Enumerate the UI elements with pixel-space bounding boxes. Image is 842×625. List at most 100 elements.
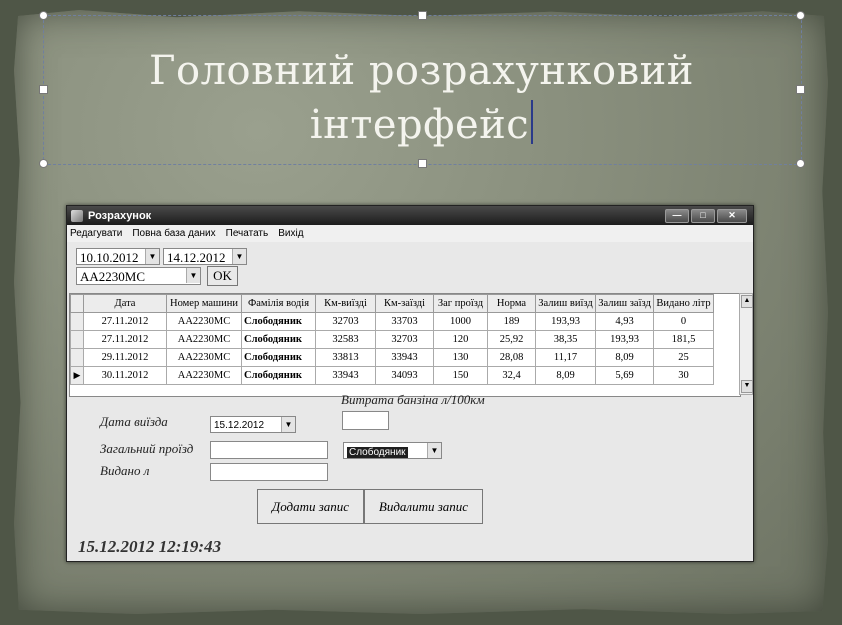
table-cell[interactable]: 5,69 — [595, 366, 654, 385]
window-titlebar[interactable]: Розрахунок — □ ✕ — [67, 206, 753, 225]
row-indicator[interactable] — [70, 348, 84, 367]
date-from-select[interactable]: 10.10.2012 ▼ — [76, 248, 160, 265]
table-cell[interactable]: 193,93 — [595, 330, 654, 349]
menu-print[interactable]: Печатать — [226, 228, 269, 239]
table-cell[interactable]: АА2230МС — [166, 348, 242, 367]
column-header[interactable]: Дата — [83, 294, 167, 313]
ok-button[interactable]: OK — [207, 266, 238, 286]
app-icon — [71, 209, 83, 222]
column-header[interactable]: Заг проїзд — [433, 294, 488, 313]
column-header[interactable]: Видано літр — [653, 294, 714, 313]
table-cell[interactable]: 28,08 — [487, 348, 536, 367]
column-header[interactable]: Км-заїзді — [375, 294, 434, 313]
menu-full-database[interactable]: Повна база даних — [132, 228, 215, 239]
text-caret — [531, 100, 534, 144]
table-cell[interactable]: АА2230МС — [166, 330, 242, 349]
table-cell[interactable]: 181,5 — [653, 330, 714, 349]
chevron-down-icon[interactable]: ▼ — [427, 443, 441, 458]
scroll-up-icon[interactable]: ▲ — [741, 295, 753, 308]
menu-exit[interactable]: Вихід — [278, 228, 303, 239]
table-cell[interactable]: 29.11.2012 — [83, 348, 167, 367]
total-distance-input[interactable] — [210, 441, 328, 459]
scroll-down-icon[interactable]: ▼ — [741, 380, 753, 393]
delete-record-button[interactable]: Видалити запис — [364, 489, 483, 524]
table-row[interactable]: 27.11.2012 АА2230МС Слободяник 32583 327… — [70, 330, 714, 349]
table-cell[interactable]: 120 — [433, 330, 488, 349]
chevron-down-icon[interactable]: ▼ — [281, 417, 295, 432]
resize-handle-tr[interactable] — [796, 11, 805, 20]
row-indicator-header — [70, 294, 84, 313]
column-header[interactable]: Норма — [487, 294, 536, 313]
table-cell[interactable]: 38,35 — [535, 330, 596, 349]
table-cell[interactable]: 25 — [653, 348, 714, 367]
chevron-down-icon[interactable]: ▼ — [232, 249, 246, 264]
column-header[interactable]: Фамілія водія — [241, 294, 316, 313]
current-row-indicator-icon[interactable]: ▶ — [70, 366, 84, 385]
driver-value: Слободяник — [347, 447, 408, 458]
table-cell[interactable]: 8,09 — [595, 348, 654, 367]
column-header[interactable]: Залиш заїзд — [595, 294, 654, 313]
date-from-value: 10.10.2012 — [80, 250, 139, 265]
resize-handle-tc[interactable] — [418, 11, 427, 20]
table-cell[interactable]: 193,93 — [535, 312, 596, 331]
table-cell[interactable]: 34093 — [375, 366, 434, 385]
date-to-select[interactable]: 14.12.2012 ▼ — [163, 248, 247, 265]
chevron-down-icon[interactable]: ▼ — [145, 249, 159, 264]
add-record-button[interactable]: Додати запис — [257, 489, 364, 524]
table-cell[interactable]: 32,4 — [487, 366, 536, 385]
table-cell[interactable]: АА2230МС — [166, 366, 242, 385]
resize-handle-br[interactable] — [796, 159, 805, 168]
resize-handle-tl[interactable] — [39, 11, 48, 20]
table-cell[interactable]: 8,09 — [535, 366, 596, 385]
column-header[interactable]: Км-виїзді — [315, 294, 376, 313]
table-cell[interactable]: 33943 — [375, 348, 434, 367]
column-header[interactable]: Залиш виїзд — [535, 294, 596, 313]
table-cell[interactable]: АА2230МС — [166, 312, 242, 331]
close-button[interactable]: ✕ — [717, 208, 747, 223]
table-cell[interactable]: 27.11.2012 — [83, 312, 167, 331]
maximize-button[interactable]: □ — [691, 208, 715, 223]
issued-input[interactable] — [210, 463, 328, 481]
table-cell[interactable]: Слободяник — [241, 366, 316, 385]
table-cell[interactable]: 189 — [487, 312, 536, 331]
table-cell[interactable]: 32583 — [315, 330, 376, 349]
departure-date-picker[interactable]: 15.12.2012 ▼ — [210, 416, 296, 433]
table-cell[interactable]: 130 — [433, 348, 488, 367]
column-header[interactable]: Номер машини — [166, 294, 242, 313]
table-row[interactable]: 27.11.2012 АА2230МС Слободяник 32703 337… — [70, 312, 714, 331]
resize-handle-bc[interactable] — [418, 159, 427, 168]
table-cell[interactable]: 11,17 — [535, 348, 596, 367]
table-cell[interactable]: 25,92 — [487, 330, 536, 349]
table-vertical-scrollbar[interactable]: ▲ ▼ — [739, 293, 753, 395]
resize-handle-bl[interactable] — [39, 159, 48, 168]
row-indicator[interactable] — [70, 312, 84, 331]
slide-title[interactable]: Головний розрахунковий інтерфейс — [43, 44, 800, 152]
table-row[interactable]: ▶ 30.11.2012 АА2230МС Слободяник 33943 3… — [70, 366, 714, 385]
table-cell[interactable]: 32703 — [315, 312, 376, 331]
table-cell[interactable]: 27.11.2012 — [83, 330, 167, 349]
table-cell[interactable]: Слободяник — [241, 330, 316, 349]
table-cell[interactable]: 150 — [433, 366, 488, 385]
row-indicator[interactable] — [70, 330, 84, 349]
slide-title-line2: інтерфейс — [309, 102, 530, 148]
table-cell[interactable]: 1000 — [433, 312, 488, 331]
table-row[interactable]: 29.11.2012 АА2230МС Слободяник 33813 339… — [70, 348, 714, 367]
table-cell[interactable]: 4,93 — [595, 312, 654, 331]
table-cell[interactable]: Слободяник — [241, 312, 316, 331]
chevron-down-icon[interactable]: ▼ — [186, 268, 200, 283]
table-cell[interactable]: 32703 — [375, 330, 434, 349]
table-cell[interactable]: Слободяник — [241, 348, 316, 367]
table-cell[interactable]: 0 — [653, 312, 714, 331]
table-cell[interactable]: 30.11.2012 — [83, 366, 167, 385]
table-header-row: Дата Номер машини Фамілія водія Км-виїзд… — [70, 294, 714, 313]
car-number-select[interactable]: АА2230МС ▼ — [76, 267, 201, 285]
fuel-rate-input[interactable] — [342, 411, 389, 430]
window-title: Розрахунок — [88, 209, 152, 222]
menu-edit[interactable]: Редагувати — [70, 228, 122, 239]
minimize-button[interactable]: — — [665, 208, 689, 223]
table-cell[interactable]: 33813 — [315, 348, 376, 367]
table-cell[interactable]: 33703 — [375, 312, 434, 331]
table-cell[interactable]: 33943 — [315, 366, 376, 385]
driver-select[interactable]: Слободяник ▼ — [343, 442, 442, 459]
table-cell[interactable]: 30 — [653, 366, 714, 385]
